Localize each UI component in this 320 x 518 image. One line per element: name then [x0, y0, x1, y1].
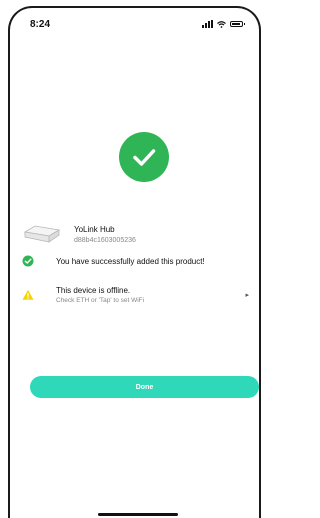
device-info: YoLink Hub d88b4c1603005236: [22, 222, 249, 246]
check-circle-icon: [22, 255, 34, 267]
success-checkmark-icon: [119, 132, 169, 182]
hub-image: [23, 225, 61, 243]
success-message-row: You have successfully added this product…: [22, 255, 249, 267]
done-button[interactable]: Done: [30, 376, 259, 398]
home-indicator: [98, 513, 178, 516]
status-time: 8:24: [30, 18, 51, 30]
wifi-icon: [217, 20, 226, 28]
offline-row[interactable]: This device is offline. Check ETH or 'Ta…: [22, 286, 249, 304]
status-icons: [202, 20, 245, 28]
status-bar: 8:24: [30, 16, 245, 32]
device-name: YoLink Hub: [74, 224, 115, 234]
success-message: You have successfully added this product…: [56, 256, 205, 266]
offline-title: This device is offline.: [56, 286, 131, 295]
phone-frame: 8:24 YoLink Hub d88b4c1603005236 You hav…: [8, 6, 261, 518]
signal-icon: [202, 20, 213, 28]
warning-icon: [22, 289, 34, 300]
chevron-right-icon: ▸: [245, 292, 249, 299]
battery-icon: [230, 21, 245, 27]
offline-hint: Check ETH or 'Tap' to set WiFi: [56, 297, 145, 304]
device-id: d88b4c1603005236: [74, 236, 136, 244]
